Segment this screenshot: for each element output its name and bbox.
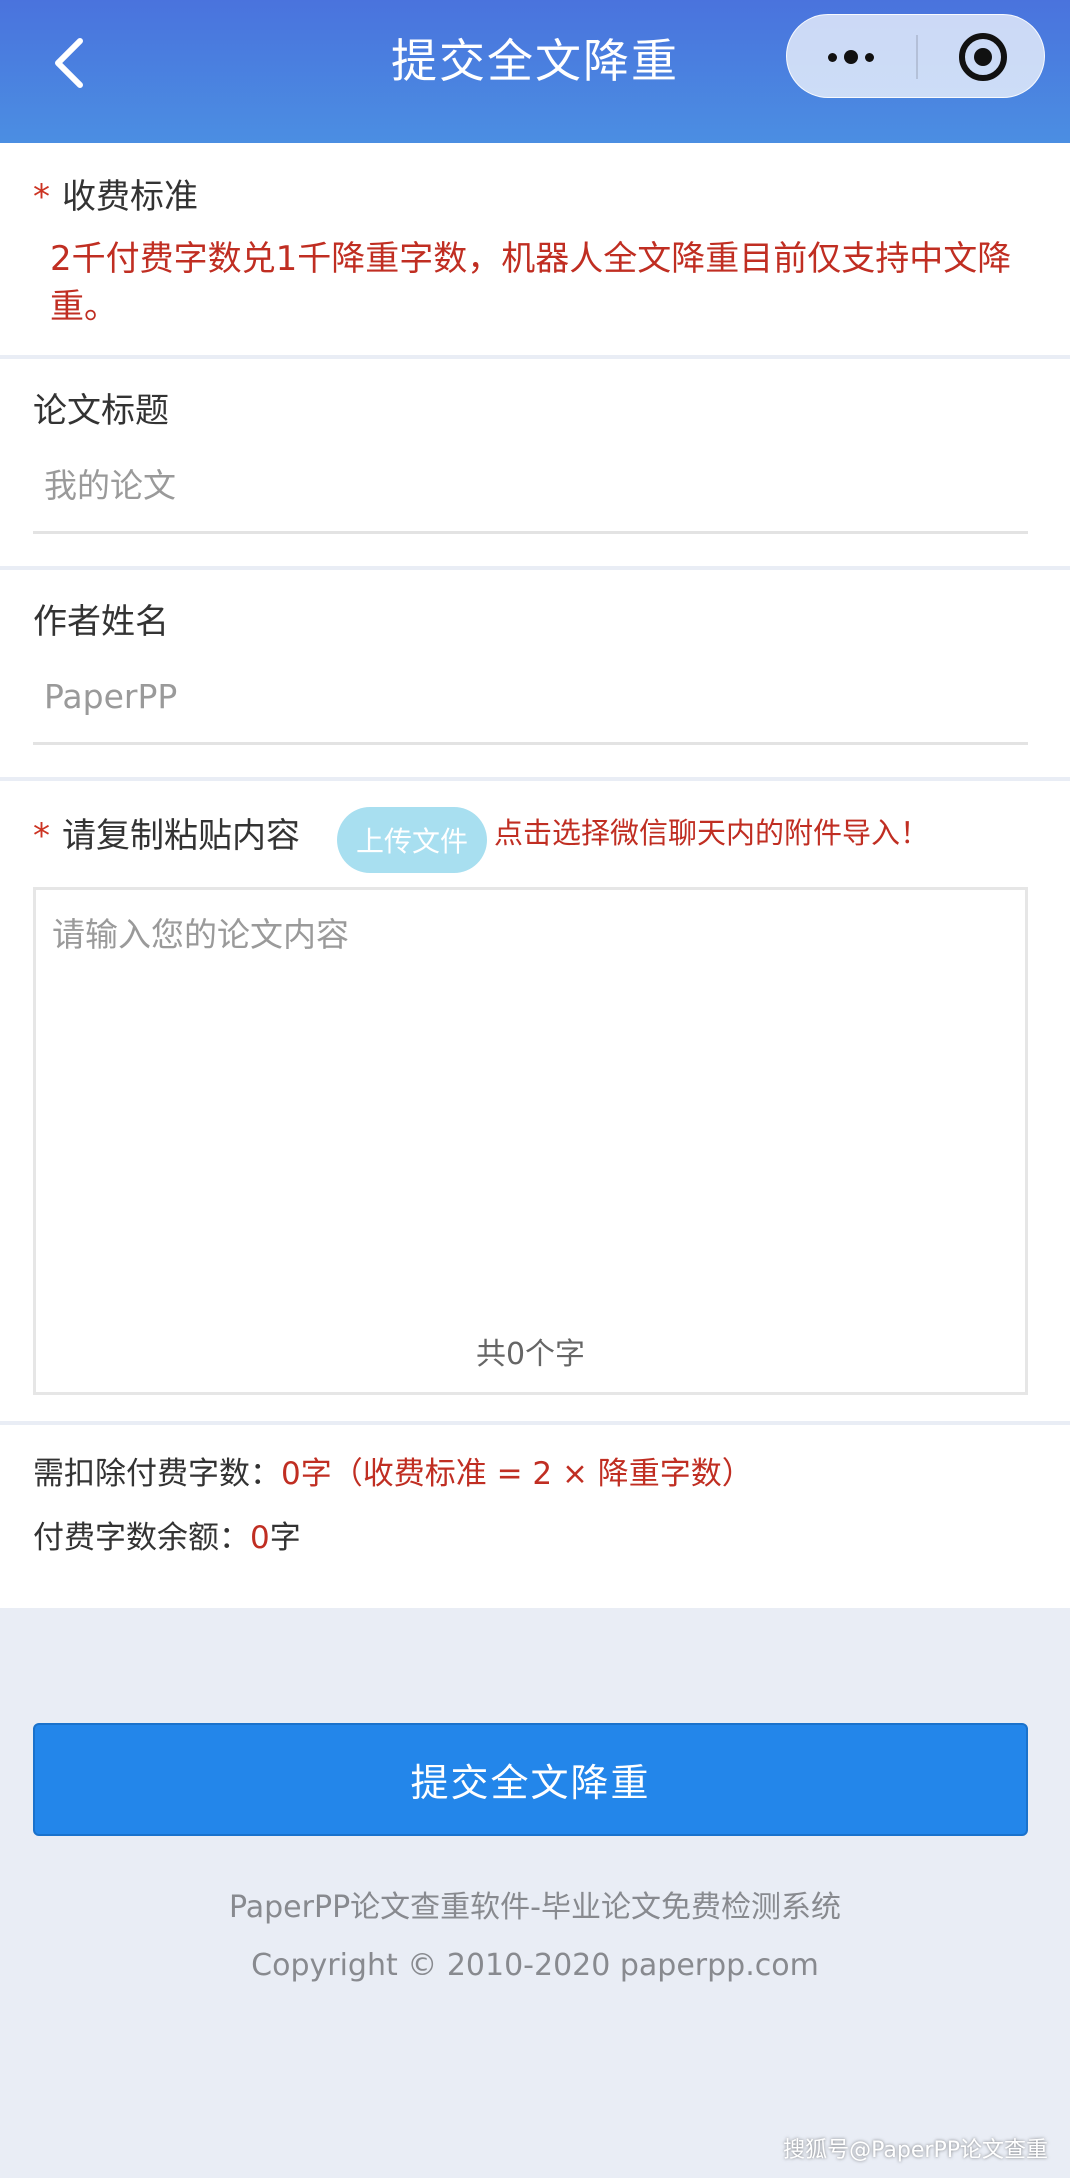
close-mini-program-button[interactable] [919,15,1046,99]
upload-file-button[interactable]: 上传文件 [337,807,487,873]
fee-standard-section: * 收费标准 2千付费字数兑1千降重字数，机器人全文降重目前仅支持中文降重。 [0,143,1070,355]
navigation-bar: 提交全文降重 [0,0,1070,143]
content-box: 共0个字 [33,887,1028,1395]
submit-button[interactable]: 提交全文降重 [33,1723,1028,1836]
fee-standard-text: 收费标准 [62,177,198,217]
more-dot-right [865,52,874,62]
balance-label: 付费字数余额： [33,1520,250,1556]
word-count-summary: 需扣除付费字数：0字（收费标准 = 2 × 降重字数） 付费字数余额：0字 [0,1425,1070,1608]
watermark: 搜狐号@PaperPP论文查重 [783,2138,1048,2163]
balance-value: 0 [250,1520,270,1556]
footer-copyright: Copyright © 2010-2020 paperpp.com [251,1948,819,1983]
paper-content-section: * 请复制粘贴内容 上传文件 点击选择微信聊天内的附件导入！ 共0个字 [0,781,1070,1421]
capsule-divider [916,35,918,79]
author-name-input[interactable] [33,650,1028,745]
author-name-section: 作者姓名 [0,570,1070,777]
paper-content-label-text: 请复制粘贴内容 [62,816,300,856]
more-dots-icon [828,52,837,62]
more-dot-center [844,50,858,64]
upload-hint: 点击选择微信聊天内的附件导入！ [494,816,930,850]
char-count: 共0个字 [36,1335,1025,1375]
deduct-value: 0字（收费标准 = 2 × 降重字数） [281,1456,753,1492]
fee-standard-label: * 收费标准 [33,175,198,219]
paper-title-label: 论文标题 [33,391,169,431]
paper-title-section: 论文标题 [0,359,1070,566]
paper-title-input[interactable] [33,439,1028,534]
deduct-label: 需扣除付费字数： [33,1456,281,1492]
target-circle-icon [958,33,1007,81]
more-button[interactable] [787,15,915,99]
footer-tagline: PaperPP论文查重软件-毕业论文免费检测系统 [229,1890,841,1925]
char-count-value: 0 [505,1337,526,1372]
fee-standard-description: 2千付费字数兑1千降重字数，机器人全文降重目前仅支持中文降重。 [50,239,1012,327]
paper-content-textarea[interactable] [36,890,1025,1392]
deduct-line: 需扣除付费字数：0字（收费标准 = 2 × 降重字数） [33,1452,753,1496]
target-dot [973,48,992,66]
mini-program-capsule [786,14,1045,98]
char-count-prefix: 共 [475,1337,506,1372]
author-name-label: 作者姓名 [33,602,169,642]
balance-line: 付费字数余额：0字 [33,1516,301,1560]
paper-content-label: * 请复制粘贴内容 [33,814,300,858]
char-count-suffix: 个字 [525,1337,586,1372]
balance-unit: 字 [269,1520,301,1556]
required-mark: * [33,177,50,217]
required-mark: * [33,816,50,856]
